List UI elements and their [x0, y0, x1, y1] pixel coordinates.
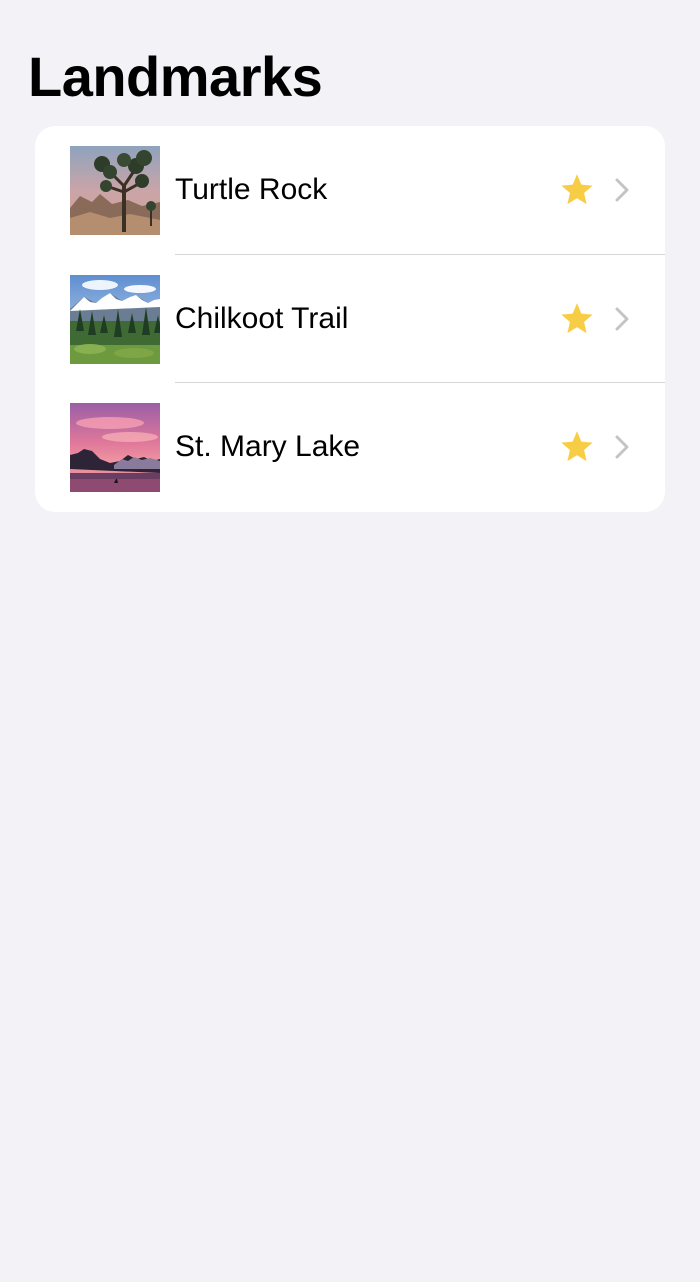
- star-icon: [561, 174, 593, 205]
- landmark-thumbnail-turtle-rock: [70, 146, 160, 235]
- star-icon: [561, 302, 593, 333]
- chevron-right-icon: [615, 178, 629, 202]
- list-item-turtle-rock[interactable]: Turtle Rock: [35, 126, 665, 255]
- page-title: Landmarks: [28, 45, 323, 108]
- list-item-st-mary-lake[interactable]: St. Mary Lake: [35, 383, 665, 512]
- chevron-right-icon: [615, 307, 629, 330]
- list-item-chilkoot-trail[interactable]: Chilkoot Trail: [35, 255, 665, 383]
- landmark-list: Turtle Rock Chilkoot Trail St. Mary Lake: [35, 126, 665, 512]
- landmark-name: St. Mary Lake: [175, 430, 361, 463]
- chevron-right-icon: [615, 435, 629, 459]
- landmark-thumbnail-st-mary-lake: [70, 403, 160, 492]
- landmark-name: Turtle Rock: [175, 173, 328, 206]
- star-icon: [561, 431, 593, 462]
- landmark-name: Chilkoot Trail: [175, 301, 349, 335]
- landmark-thumbnail-chilkoot-trail: [70, 274, 160, 364]
